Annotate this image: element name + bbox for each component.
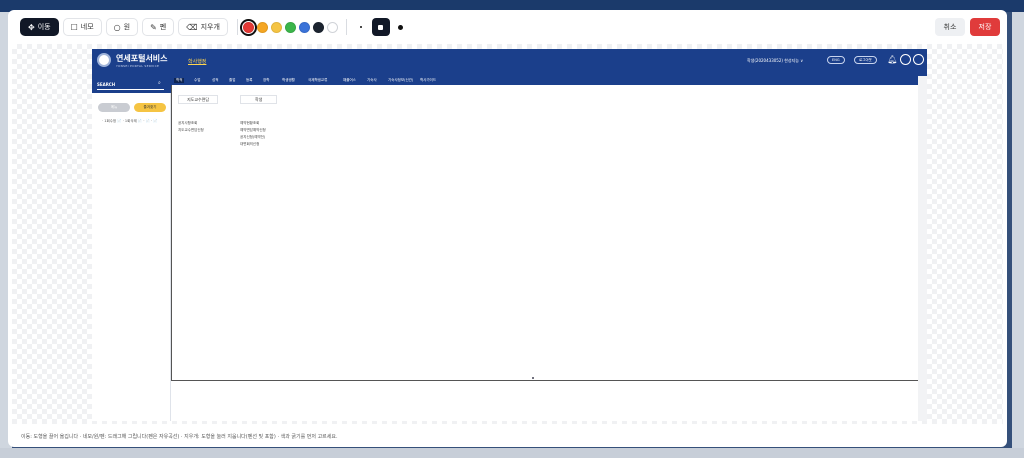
- menu-link: 지도교수면담신청: [178, 128, 204, 132]
- eraser-icon: ⌫: [186, 22, 198, 32]
- stroke-size-large-button[interactable]: [392, 18, 410, 36]
- search-icon: ⌕: [158, 80, 161, 86]
- sidebar-search-label: SEARCH: [97, 82, 116, 87]
- portal-subtitle: YONSEI PORTAL SERVICE: [116, 64, 160, 68]
- help-status-text: 이동: 도형을 끌어 옮깁니다 · 네모/원/펜: 드래그해 그립니다(펜은 자…: [21, 434, 338, 440]
- portal-active-tab: 학사행정: [188, 59, 207, 65]
- color-swatch-red[interactable]: [239, 18, 257, 36]
- nav-item: 채플어스: [343, 78, 356, 82]
- settings-gear-icon: [900, 54, 911, 65]
- color-swatch-black[interactable]: [312, 21, 324, 33]
- color-swatch-yellow[interactable]: [270, 21, 282, 33]
- menu-link: 공지신청(예약전): [240, 135, 266, 139]
- large-dot-icon: [398, 24, 404, 30]
- menu-link: 예약현황조회: [240, 121, 260, 125]
- annotation-editor-modal: ✥ 이동 ☐ 네모 ○ 원 ✎ 펜 ⌫ 지우개 취소 저장 연세포털서비스 YO…: [8, 10, 1007, 447]
- eraser-tool-button[interactable]: ⌫ 지우개: [178, 18, 228, 36]
- drawing-toolbar: ✥ 이동 ☐ 네모 ○ 원 ✎ 펜 ⌫ 지우개 취소 저장: [8, 10, 1007, 44]
- sidebar-menu-pill: 메뉴: [98, 103, 130, 112]
- move-tool-label: 이동: [37, 23, 51, 31]
- save-button[interactable]: 저장: [970, 18, 1000, 36]
- move-arrows-icon: ✥: [28, 22, 35, 32]
- notification-bell-icon: 🔔︎: [887, 55, 898, 64]
- portal-sidebar: [92, 93, 171, 421]
- medium-dot-icon: [378, 24, 384, 30]
- university-seal-icon: [97, 53, 111, 67]
- portal-title: 연세포털서비스: [116, 54, 168, 63]
- menu-column-header: 지도교수면담: [178, 95, 219, 104]
- captured-scrollbar: [918, 76, 927, 421]
- nav-item: 기숙사: [367, 78, 377, 82]
- nav-item: 기숙사정보(신관): [388, 78, 414, 82]
- pen-tool-button[interactable]: ✎ 펜: [142, 18, 175, 36]
- portal-content-frame: [171, 85, 925, 381]
- menu-link: 대면회의신청: [240, 142, 260, 146]
- toolbar-divider: [345, 19, 347, 35]
- pen-icon: ✎: [150, 22, 157, 32]
- small-dot-icon: [359, 26, 362, 28]
- user-info: 학생(2020433052) 한성지능 ∨: [747, 58, 804, 63]
- pen-tool-label: 펜: [159, 23, 167, 31]
- nav-item: 수업: [194, 78, 201, 82]
- menu-column-header: 학생: [240, 95, 278, 104]
- move-tool-button[interactable]: ✥ 이동: [20, 18, 59, 36]
- rectangle-tool-button[interactable]: ☐ 네모: [62, 18, 102, 36]
- circle-tool-label: 원: [123, 23, 131, 31]
- toolbar-divider: [236, 19, 238, 35]
- sidebar-favorites-pill: 즐겨찾기: [134, 103, 166, 112]
- sidebar-links: · 1회수정 📄 · 1회삭제 📄 · 📄 · 📄: [102, 119, 158, 123]
- eraser-tool-label: 지우개: [200, 23, 220, 31]
- nav-item: 성적: [212, 78, 219, 82]
- color-swatch-white[interactable]: [326, 21, 338, 33]
- color-swatch-green[interactable]: [284, 21, 296, 33]
- circle-tool-button[interactable]: ○ 원: [105, 18, 139, 36]
- stroke-size-medium-button[interactable]: [371, 18, 390, 36]
- square-icon: ☐: [70, 22, 78, 32]
- nav-item: 장학: [263, 78, 270, 82]
- color-swatch-orange[interactable]: [256, 21, 268, 33]
- rectangle-tool-label: 네모: [80, 23, 94, 31]
- menu-link: 예약면담예약신청: [240, 128, 266, 132]
- nav-item: 등록: [246, 78, 253, 82]
- scroll-indicator-dot: [532, 377, 534, 379]
- cancel-button[interactable]: 취소: [935, 18, 965, 36]
- nav-item: 학생생활: [282, 78, 295, 82]
- menu-link: 공지사항조회: [178, 121, 198, 125]
- captured-screenshot: 연세포털서비스 YONSEI PORTAL SERVICE 학사행정 학생(20…: [92, 49, 927, 421]
- nav-item: 졸업: [229, 78, 236, 82]
- stroke-size-small-button[interactable]: [352, 18, 370, 36]
- nav-item: 학사가이드: [420, 78, 437, 82]
- color-swatch-blue[interactable]: [298, 21, 310, 33]
- nav-item: 국제학생교류: [308, 78, 328, 82]
- nav-item: 학적: [174, 78, 185, 83]
- logout-pill: 로그아웃: [854, 56, 877, 64]
- circle-icon: ○: [113, 22, 121, 32]
- language-pill: ENG: [827, 56, 845, 64]
- home-icon: [913, 54, 924, 65]
- background-bottom: [0, 448, 1024, 458]
- background-right: [1012, 12, 1024, 458]
- drawing-canvas[interactable]: 연세포털서비스 YONSEI PORTAL SERVICE 학사행정 학생(20…: [12, 44, 1003, 424]
